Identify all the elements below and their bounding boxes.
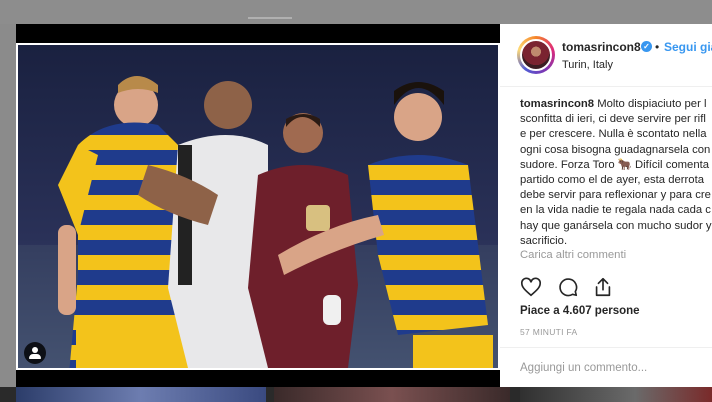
verified-badge-icon: ✓ [641, 41, 652, 52]
caption-username[interactable]: tomasrincon8 [520, 98, 594, 110]
background-post-thumbnail[interactable] [520, 387, 712, 402]
like-count[interactable]: Piace a 4.607 persone [520, 305, 640, 317]
caption-line: sudore. Forza Toro 🐂 Difícil comenta [520, 158, 710, 171]
comment-icon[interactable] [557, 276, 579, 298]
post-header: tomasrincon8 ✓ • Segui già Turin, Italy [500, 24, 712, 87]
post-modal: tomasrincon8 ✓ • Segui già Turin, Italy … [16, 24, 712, 387]
caption-line: ogni cosa bisogna guadagnarsela con [520, 143, 711, 156]
location-link[interactable]: Turin, Italy [562, 59, 613, 71]
caption-line: debe servir para reflexionar y para cre [520, 189, 711, 202]
load-more-comments-link[interactable]: Carica altri commenti [520, 249, 626, 261]
post-photo-frame [16, 43, 500, 370]
header-separator: • [655, 40, 660, 54]
post-details-pane: tomasrincon8 ✓ • Segui già Turin, Italy … [500, 24, 712, 387]
backdrop-divider [248, 17, 292, 19]
story-ring[interactable] [517, 36, 555, 74]
user-tag-icon-body [29, 354, 41, 359]
heart-icon[interactable] [520, 276, 542, 298]
post-photo[interactable] [18, 45, 498, 368]
comment-input[interactable] [520, 358, 706, 378]
post-actions [520, 276, 710, 298]
caption-line: tomasrincon8 Molto dispiaciuto per l [520, 97, 712, 112]
caption-line: hay que ganársela con mucho sudor y [520, 219, 712, 232]
background-post-thumbnail[interactable] [16, 387, 266, 402]
caption-text: Molto dispiaciuto per l [597, 98, 707, 110]
football-players-image [18, 45, 498, 368]
caption-line: sconfitta di ieri, ci deve servire per r… [520, 113, 706, 126]
user-tag-icon-head [32, 347, 38, 353]
post-timestamp[interactable]: 57 MINUTI FA [520, 327, 577, 337]
background-post-thumbnail[interactable] [274, 387, 510, 402]
post-caption: tomasrincon8 Molto dispiaciuto per l sco… [520, 97, 712, 249]
caption-line: en la vida nadie te regala nada cada c [520, 204, 711, 217]
comment-form [500, 347, 712, 387]
caption-line: sacrificio. [520, 234, 568, 247]
post-media-pane [16, 24, 500, 387]
user-tag-icon[interactable] [24, 342, 46, 364]
browser-backdrop [0, 0, 712, 24]
share-icon[interactable] [592, 276, 614, 298]
caption-line: partido como el de ayer, esta derrota [520, 174, 704, 187]
avatar[interactable] [520, 39, 552, 71]
caption-line: e per crescere. Nulla è scontato nella [520, 128, 707, 141]
author-username[interactable]: tomasrincon8 [562, 40, 641, 54]
following-button[interactable]: Segui già [664, 40, 712, 54]
